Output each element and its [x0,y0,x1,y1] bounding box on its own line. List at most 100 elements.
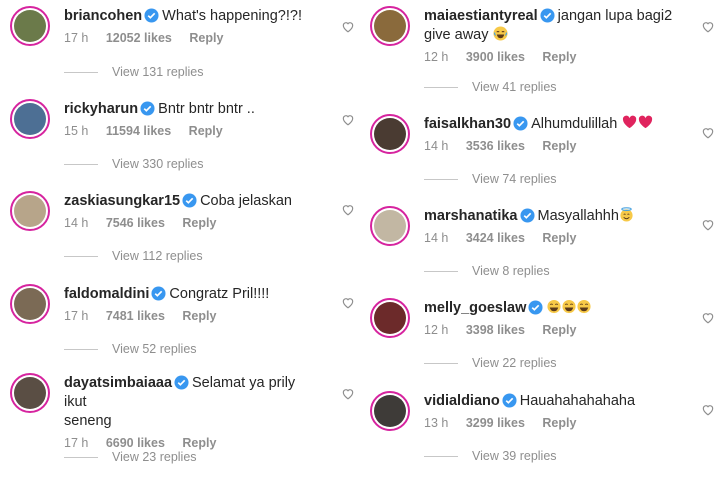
comment-time: 17 h [64,309,89,323]
comment-likes[interactable]: 3900 likes [466,50,525,64]
avatar[interactable] [10,99,50,139]
avatar[interactable] [10,284,50,324]
comment-text: Hauahahahahaha [519,393,636,409]
comment-username[interactable]: faisalkhan30 [424,116,511,132]
view-replies-label[interactable]: View 41 replies [472,80,557,94]
comment-username[interactable]: dayatsimbaiaaa [64,375,172,391]
replies-divider [64,456,98,458]
comment-likes[interactable]: 12052 likes [106,31,172,45]
replies-divider [424,362,458,364]
avatar[interactable] [10,373,50,413]
verified-badge-icon [182,193,197,208]
replies-divider [424,270,458,272]
like-heart-icon[interactable] [341,20,355,33]
laughing-emoji-icon [492,26,508,41]
comment-username[interactable]: briancohen [64,8,142,24]
reply-button[interactable]: Reply [542,50,576,64]
view-replies-label[interactable]: View 39 replies [472,449,557,463]
view-replies-label[interactable]: View 8 replies [472,264,550,278]
comment-time: 17 h [64,436,89,450]
verified-badge-icon [528,300,543,315]
view-replies-button[interactable]: View 52 replies [64,342,197,356]
comment-time: 13 h [424,416,449,430]
like-heart-icon[interactable] [701,403,715,416]
comment-time: 15 h [64,124,89,138]
avatar[interactable] [370,6,410,46]
view-replies-label[interactable]: View 330 replies [112,157,204,171]
avatar[interactable] [370,206,410,246]
avatar[interactable] [10,6,50,46]
view-replies-label[interactable]: View 22 replies [472,356,557,370]
view-replies-label[interactable]: View 74 replies [472,172,557,186]
view-replies-button[interactable]: View 39 replies [424,449,557,463]
view-replies-label[interactable]: View 52 replies [112,342,197,356]
verified-badge-icon [174,375,189,390]
reply-button[interactable]: Reply [542,416,576,430]
comment-likes[interactable]: 3398 likes [466,323,525,337]
halo-smile-emoji-icon [620,207,633,222]
avatar[interactable] [10,191,50,231]
avatar[interactable] [370,391,410,431]
comment-username[interactable]: vidialdiano [424,393,500,409]
view-replies-button[interactable]: View 112 replies [64,249,203,263]
three-laughing-emoji-icon [547,299,591,314]
verified-badge-icon [513,116,528,131]
replies-divider [64,71,98,73]
view-replies-button[interactable]: View 23 replies [64,450,197,464]
replies-divider [64,255,98,257]
like-heart-icon[interactable] [701,311,715,324]
comment-username[interactable]: zaskiasungkar15 [64,193,180,209]
comment-text: Bntr bntr bntr .. [158,101,255,117]
view-replies-label[interactable]: View 23 replies [112,450,197,464]
comment-time: 14 h [424,139,449,153]
like-heart-icon[interactable] [701,126,715,139]
comment-likes[interactable]: 6690 likes [106,436,165,450]
like-heart-icon[interactable] [341,387,355,400]
like-heart-icon[interactable] [341,203,355,216]
verified-badge-icon [502,393,517,408]
replies-divider [64,348,98,350]
comment-likes[interactable]: 7546 likes [106,216,165,230]
reply-button[interactable]: Reply [182,436,216,450]
comment-time: 14 h [424,231,449,245]
comment-likes[interactable]: 3424 likes [466,231,525,245]
reply-button[interactable]: Reply [542,231,576,245]
view-replies-button[interactable]: View 22 replies [424,356,557,370]
comment-likes[interactable]: 3299 likes [466,416,525,430]
view-replies-button[interactable]: View 131 replies [64,65,204,79]
comment-time: 17 h [64,31,89,45]
comment-likes[interactable]: 11594 likes [106,124,171,138]
reply-button[interactable]: Reply [542,323,576,337]
comment-username[interactable]: melly_goeslaw [424,300,526,316]
replies-divider [424,86,458,88]
comment-likes[interactable]: 7481 likes [106,309,165,323]
like-heart-icon[interactable] [701,20,715,33]
view-replies-button[interactable]: View 8 replies [424,264,550,278]
reply-button[interactable]: Reply [182,216,216,230]
view-replies-button[interactable]: View 330 replies [64,157,204,171]
like-heart-icon[interactable] [341,113,355,126]
comment-text-continued: give away [424,27,489,43]
verified-badge-icon [140,101,155,116]
view-replies-button[interactable]: View 41 replies [424,80,557,94]
comment-username[interactable]: marshanatika [424,208,518,224]
comment-time: 14 h [64,216,89,230]
reply-button[interactable]: Reply [182,309,216,323]
view-replies-label[interactable]: View 112 replies [112,249,203,263]
like-heart-icon[interactable] [701,218,715,231]
comment-text-continued: seneng [64,413,112,429]
comment-likes[interactable]: 3536 likes [466,139,525,153]
reply-button[interactable]: Reply [189,124,223,138]
reply-button[interactable]: Reply [189,31,223,45]
comment-username[interactable]: rickyharun [64,101,138,117]
comment-username[interactable]: faldomaldini [64,286,149,302]
like-heart-icon[interactable] [341,296,355,309]
view-replies-button[interactable]: View 74 replies [424,172,557,186]
reply-button[interactable]: Reply [542,139,576,153]
avatar[interactable] [370,298,410,338]
comment-text: jangan lupa bagi2 [557,8,673,24]
view-replies-label[interactable]: View 131 replies [112,65,204,79]
verified-badge-icon [151,286,166,301]
comment-username[interactable]: maiaestiantyreal [424,8,538,24]
avatar[interactable] [370,114,410,154]
